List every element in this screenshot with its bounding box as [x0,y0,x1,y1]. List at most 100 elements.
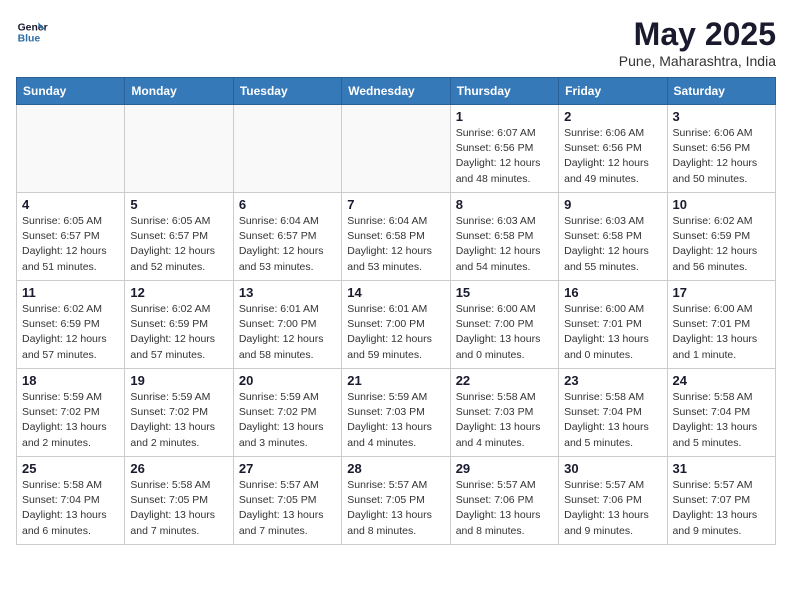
day-info: Sunrise: 6:02 AMSunset: 6:59 PMDaylight:… [673,214,770,275]
day-info: Sunrise: 5:58 AMSunset: 7:03 PMDaylight:… [456,390,553,451]
day-info: Sunrise: 5:57 AMSunset: 7:07 PMDaylight:… [673,478,770,539]
day-info: Sunrise: 6:04 AMSunset: 6:58 PMDaylight:… [347,214,444,275]
calendar-cell: 8 Sunrise: 6:03 AMSunset: 6:58 PMDaylight… [450,193,558,281]
calendar-week-1: 1 Sunrise: 6:07 AMSunset: 6:56 PMDaylight… [17,105,776,193]
calendar-table: SundayMondayTuesdayWednesdayThursdayFrid… [16,77,776,545]
calendar-cell: 3 Sunrise: 6:06 AMSunset: 6:56 PMDaylight… [667,105,775,193]
day-number: 3 [673,109,770,124]
calendar-cell: 20Sunrise: 5:59 AMSunset: 7:02 PMDayligh… [233,369,341,457]
day-number: 1 [456,109,553,124]
day-number: 7 [347,197,444,212]
day-number: 15 [456,285,553,300]
calendar-cell: 18Sunrise: 5:59 AMSunset: 7:02 PMDayligh… [17,369,125,457]
day-number: 2 [564,109,661,124]
calendar-cell: 14 Sunrise: 6:01 AMSunset: 7:00 PMDayligh… [342,281,450,369]
location: Pune, Maharashtra, India [619,53,776,69]
day-info: Sunrise: 5:59 AMSunset: 7:02 PMDaylight:… [239,390,336,451]
calendar-cell: 11 Sunrise: 6:02 AMSunset: 6:59 PMDayligh… [17,281,125,369]
day-info: Sunrise: 5:59 AMSunset: 7:02 PMDaylight:… [22,390,119,451]
day-info: Sunrise: 6:00 AMSunset: 7:01 PMDaylight:… [564,302,661,363]
day-info: Sunrise: 5:59 AMSunset: 7:02 PMDaylight:… [130,390,227,451]
day-info: Sunrise: 6:06 AMSunset: 6:56 PMDaylight:… [673,126,770,187]
calendar-cell: 27Sunrise: 5:57 AMSunset: 7:05 PMDayligh… [233,457,341,545]
day-number: 23 [564,373,661,388]
day-number: 13 [239,285,336,300]
weekday-header-sunday: Sunday [17,78,125,105]
calendar-cell: 4 Sunrise: 6:05 AMSunset: 6:57 PMDaylight… [17,193,125,281]
calendar-cell: 13Sunrise: 6:01 AMSunset: 7:00 PMDayligh… [233,281,341,369]
page-header: General Blue May 2025 Pune, Maharashtra,… [16,16,776,69]
day-info: Sunrise: 6:05 AMSunset: 6:57 PMDaylight:… [22,214,119,275]
calendar-cell: 7 Sunrise: 6:04 AMSunset: 6:58 PMDaylight… [342,193,450,281]
day-number: 24 [673,373,770,388]
calendar-cell: 9Sunrise: 6:03 AMSunset: 6:58 PMDaylight… [559,193,667,281]
calendar-cell: 28Sunrise: 5:57 AMSunset: 7:05 PMDayligh… [342,457,450,545]
day-number: 5 [130,197,227,212]
calendar-cell: 17Sunrise: 6:00 AMSunset: 7:01 PMDayligh… [667,281,775,369]
day-number: 17 [673,285,770,300]
calendar-week-4: 18Sunrise: 5:59 AMSunset: 7:02 PMDayligh… [17,369,776,457]
day-number: 14 [347,285,444,300]
day-info: Sunrise: 6:07 AMSunset: 6:56 PMDaylight:… [456,126,553,187]
calendar-week-3: 11 Sunrise: 6:02 AMSunset: 6:59 PMDayligh… [17,281,776,369]
calendar-cell [125,105,233,193]
day-number: 10 [673,197,770,212]
day-number: 22 [456,373,553,388]
day-info: Sunrise: 5:58 AMSunset: 7:04 PMDaylight:… [22,478,119,539]
day-info: Sunrise: 6:02 AMSunset: 6:59 PMDaylight:… [22,302,119,363]
calendar-cell: 12 Sunrise: 6:02 AMSunset: 6:59 PMDayligh… [125,281,233,369]
calendar-cell: 2Sunrise: 6:06 AMSunset: 6:56 PMDaylight… [559,105,667,193]
calendar-cell: 19 Sunrise: 5:59 AMSunset: 7:02 PMDayligh… [125,369,233,457]
calendar-cell [17,105,125,193]
calendar-cell: 25 Sunrise: 5:58 AMSunset: 7:04 PMDayligh… [17,457,125,545]
calendar-cell: 1 Sunrise: 6:07 AMSunset: 6:56 PMDaylight… [450,105,558,193]
day-number: 12 [130,285,227,300]
day-number: 29 [456,461,553,476]
logo-icon: General Blue [16,16,48,48]
logo: General Blue [16,16,48,48]
calendar-cell: 23 Sunrise: 5:58 AMSunset: 7:04 PMDayligh… [559,369,667,457]
calendar-cell: 30 Sunrise: 5:57 AMSunset: 7:06 PMDayligh… [559,457,667,545]
day-number: 27 [239,461,336,476]
day-number: 8 [456,197,553,212]
day-number: 19 [130,373,227,388]
day-info: Sunrise: 5:59 AMSunset: 7:03 PMDaylight:… [347,390,444,451]
calendar-week-2: 4 Sunrise: 6:05 AMSunset: 6:57 PMDaylight… [17,193,776,281]
weekday-header-thursday: Thursday [450,78,558,105]
day-info: Sunrise: 5:58 AMSunset: 7:05 PMDaylight:… [130,478,227,539]
calendar-cell: 16 Sunrise: 6:00 AMSunset: 7:01 PMDayligh… [559,281,667,369]
title-block: May 2025 Pune, Maharashtra, India [619,16,776,69]
calendar-cell: 24Sunrise: 5:58 AMSunset: 7:04 PMDayligh… [667,369,775,457]
day-number: 28 [347,461,444,476]
weekday-header-wednesday: Wednesday [342,78,450,105]
calendar-cell: 22 Sunrise: 5:58 AMSunset: 7:03 PMDayligh… [450,369,558,457]
svg-text:Blue: Blue [18,34,41,45]
day-number: 25 [22,461,119,476]
day-info: Sunrise: 5:58 AMSunset: 7:04 PMDaylight:… [564,390,661,451]
day-number: 31 [673,461,770,476]
calendar-cell: 15 Sunrise: 6:00 AMSunset: 7:00 PMDayligh… [450,281,558,369]
day-info: Sunrise: 6:00 AMSunset: 7:00 PMDaylight:… [456,302,553,363]
day-number: 26 [130,461,227,476]
day-info: Sunrise: 5:57 AMSunset: 7:06 PMDaylight:… [564,478,661,539]
weekday-header-friday: Friday [559,78,667,105]
day-number: 9 [564,197,661,212]
calendar-cell: 10 Sunrise: 6:02 AMSunset: 6:59 PMDayligh… [667,193,775,281]
day-number: 4 [22,197,119,212]
day-info: Sunrise: 6:05 AMSunset: 6:57 PMDaylight:… [130,214,227,275]
day-info: Sunrise: 6:03 AMSunset: 6:58 PMDaylight:… [456,214,553,275]
day-number: 6 [239,197,336,212]
weekday-header-tuesday: Tuesday [233,78,341,105]
calendar-cell: 5 Sunrise: 6:05 AMSunset: 6:57 PMDaylight… [125,193,233,281]
day-number: 21 [347,373,444,388]
day-info: Sunrise: 6:01 AMSunset: 7:00 PMDaylight:… [347,302,444,363]
weekday-header-saturday: Saturday [667,78,775,105]
day-number: 30 [564,461,661,476]
calendar-cell: 29Sunrise: 5:57 AMSunset: 7:06 PMDayligh… [450,457,558,545]
day-number: 16 [564,285,661,300]
calendar-cell: 26 Sunrise: 5:58 AMSunset: 7:05 PMDayligh… [125,457,233,545]
day-info: Sunrise: 6:02 AMSunset: 6:59 PMDaylight:… [130,302,227,363]
day-number: 11 [22,285,119,300]
calendar-cell: 31 Sunrise: 5:57 AMSunset: 7:07 PMDayligh… [667,457,775,545]
calendar-cell [342,105,450,193]
